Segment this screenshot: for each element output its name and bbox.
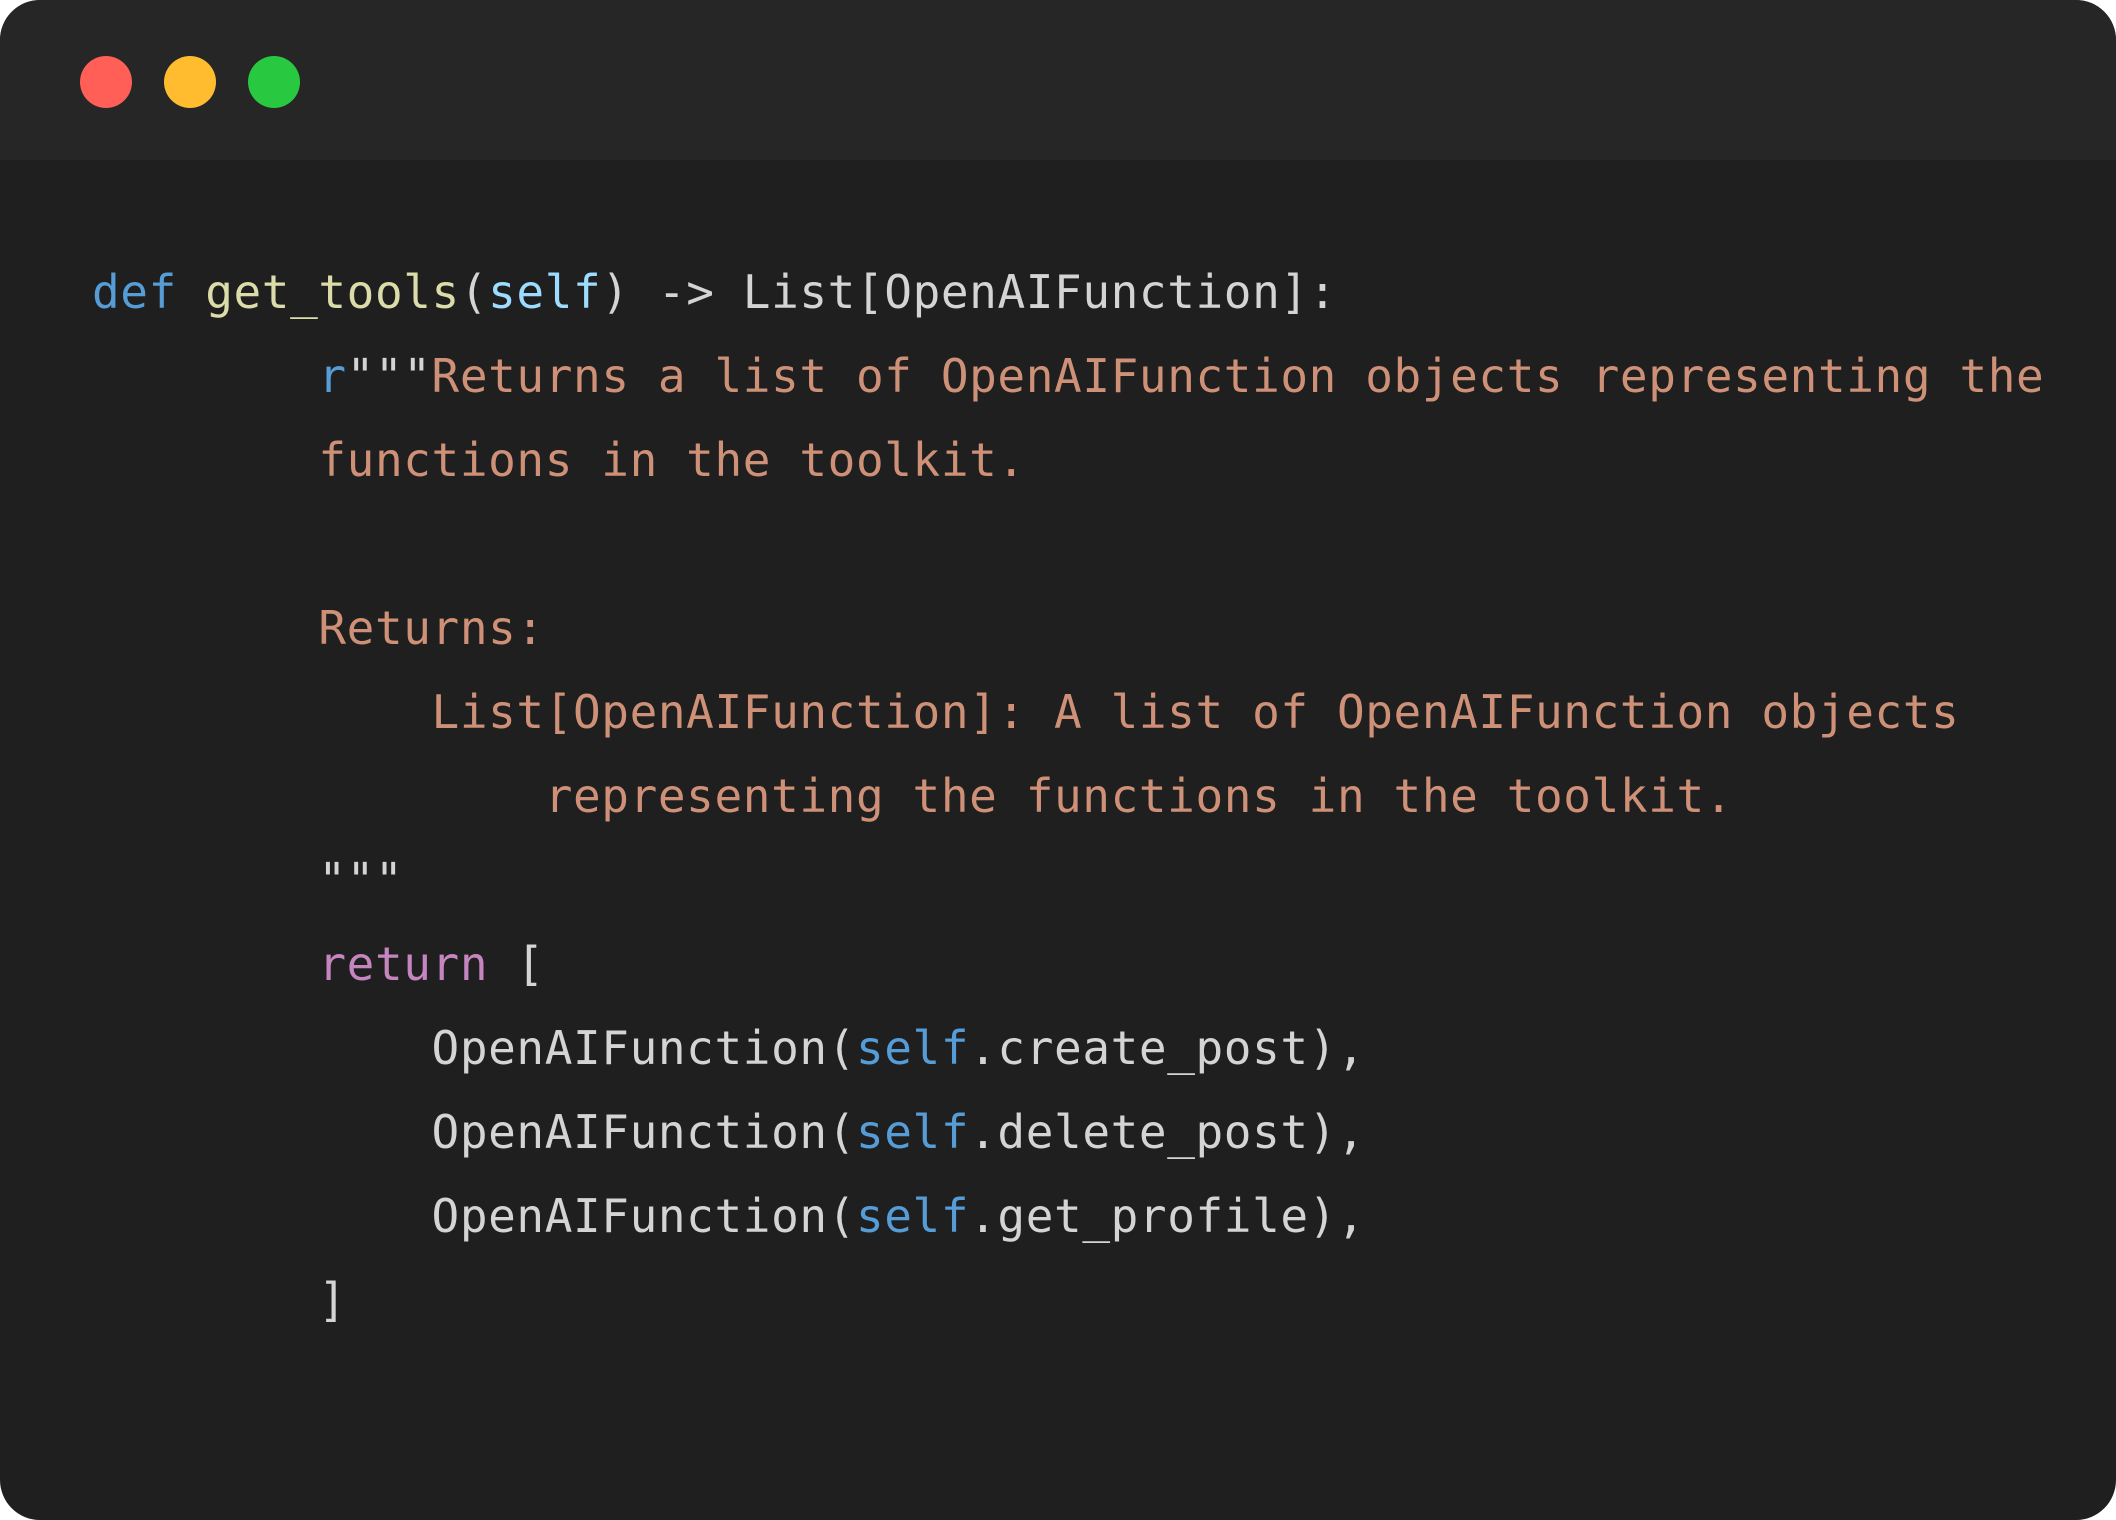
code-token-param: self: [488, 265, 602, 319]
code-token-keyword: self: [855, 1021, 970, 1075]
code-token-string: Returns:: [92, 601, 545, 655]
code-token-default: OpenAIFunction(: [92, 1105, 856, 1159]
code-token-default: .delete_post),: [969, 1105, 1366, 1159]
maximize-window-button[interactable]: [248, 56, 300, 108]
code-line: r"""Returns a list of OpenAIFunction obj…: [92, 334, 2044, 418]
code-token-default: """: [346, 349, 432, 403]
code-token-string: representing the functions in the toolki…: [92, 769, 1734, 823]
code-token-control: return: [318, 937, 489, 991]
code-token-keyword: def: [92, 265, 177, 319]
code-token-default: [: [488, 937, 545, 991]
code-line: return [: [92, 922, 2044, 1006]
minimize-window-button[interactable]: [164, 56, 216, 108]
code-token-default: (: [459, 265, 489, 319]
code-window: def get_tools(self) -> List[OpenAIFuncti…: [0, 0, 2116, 1520]
code-line: OpenAIFunction(self.get_profile),: [92, 1174, 2044, 1258]
close-window-button[interactable]: [80, 56, 132, 108]
window-titlebar: [0, 0, 2116, 160]
code-block: def get_tools(self) -> List[OpenAIFuncti…: [92, 250, 2044, 1342]
code-token-default: ]: [92, 1273, 347, 1327]
code-token-default: [177, 265, 205, 319]
code-token-keyword: r: [318, 349, 347, 403]
code-token-keyword: self: [855, 1189, 970, 1243]
code-token-default: [92, 937, 318, 991]
code-line: """: [92, 838, 2044, 922]
code-line: OpenAIFunction(self.delete_post),: [92, 1090, 2044, 1174]
code-token-default: OpenAIFunction(: [92, 1189, 856, 1243]
code-token-default: OpenAIFunction(: [92, 1021, 856, 1075]
code-line: functions in the toolkit.: [92, 418, 2044, 502]
code-token-string: functions in the toolkit.: [92, 433, 1026, 487]
code-line: def get_tools(self) -> List[OpenAIFuncti…: [92, 250, 2044, 334]
code-line: List[OpenAIFunction]: A list of OpenAIFu…: [92, 670, 2044, 754]
code-token-string: Returns a list of OpenAIFunction objects…: [431, 349, 2045, 403]
code-token-default: .get_profile),: [969, 1189, 1366, 1243]
code-token-default: """: [92, 853, 404, 907]
code-token-string: List[OpenAIFunction]: A list of OpenAIFu…: [92, 685, 1960, 739]
code-line: representing the functions in the toolki…: [92, 754, 2044, 838]
code-token-default: .create_post),: [969, 1021, 1366, 1075]
code-token-function: get_tools: [205, 265, 460, 319]
code-token-default: ) -> List[OpenAIFunction]:: [601, 265, 1337, 319]
code-line: OpenAIFunction(self.create_post),: [92, 1006, 2044, 1090]
code-line: ]: [92, 1258, 2044, 1342]
code-line: Returns:: [92, 586, 2044, 670]
code-token-default: [92, 349, 318, 403]
code-token-keyword: self: [855, 1105, 970, 1159]
